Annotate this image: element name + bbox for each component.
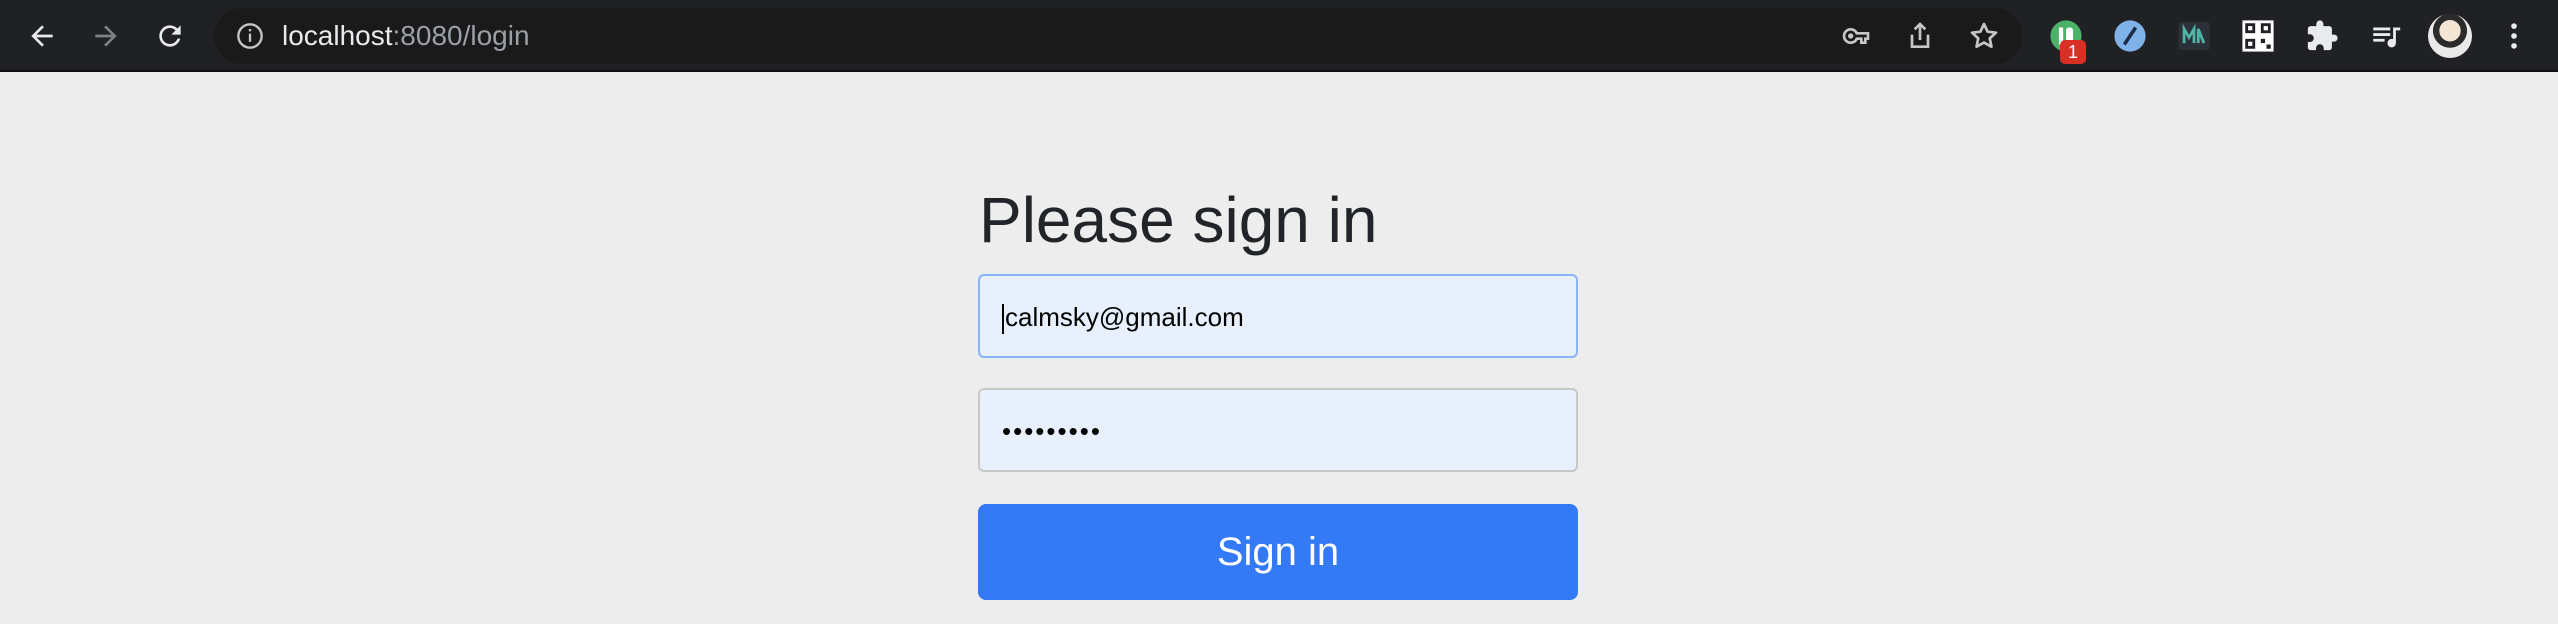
more-vertical-icon [2511,23,2517,49]
extensions-puzzle-button[interactable] [2302,16,2342,56]
arrow-left-icon [31,25,53,47]
email-field[interactable]: calmsky@gmail.com [978,274,1578,358]
info-icon[interactable] [236,22,264,50]
share-icon[interactable] [1904,20,1936,52]
sign-in-button[interactable]: Sign in [978,504,1578,600]
queue-music-icon [2373,27,2401,48]
password-field[interactable]: ••••••••• [978,388,1578,472]
profile-avatar[interactable] [2428,14,2472,58]
url-host: localhost [282,20,393,51]
signin-form: Please sign in calmsky@gmail.com •••••••… [978,180,1578,600]
browser-menu-button[interactable] [2494,16,2534,56]
feather-icon [2114,20,2146,52]
media-queue-button[interactable] [2366,16,2406,56]
email-value: calmsky@gmail.com [1005,302,1244,332]
reload-button[interactable] [148,14,192,58]
qr-code-icon [2242,20,2274,52]
password-value: ••••••••• [1002,416,1102,446]
extension-qr-button[interactable] [2238,16,2278,56]
extension-badge: 1 [2060,40,2086,64]
bookmark-star-icon[interactable] [1968,20,2000,52]
arrow-right-icon [95,25,117,47]
key-icon[interactable] [1840,20,1872,52]
forward-button[interactable] [84,14,128,58]
m-logo-icon [2178,21,2210,51]
extension-m-button[interactable] [2174,16,2214,56]
puzzle-icon [2307,20,2338,51]
url-path: :8080/login [392,20,530,51]
address-bar[interactable]: localhost:8080/login [214,8,2022,64]
browser-toolbar: localhost:8080/login 1 [0,0,2558,72]
back-button[interactable] [20,14,64,58]
reload-icon [159,25,181,47]
page-title: Please sign in [979,184,1378,256]
text-caret [1002,304,1004,335]
extension-feather-button[interactable] [2110,16,2150,56]
url-text[interactable]: localhost:8080/login [282,20,530,52]
